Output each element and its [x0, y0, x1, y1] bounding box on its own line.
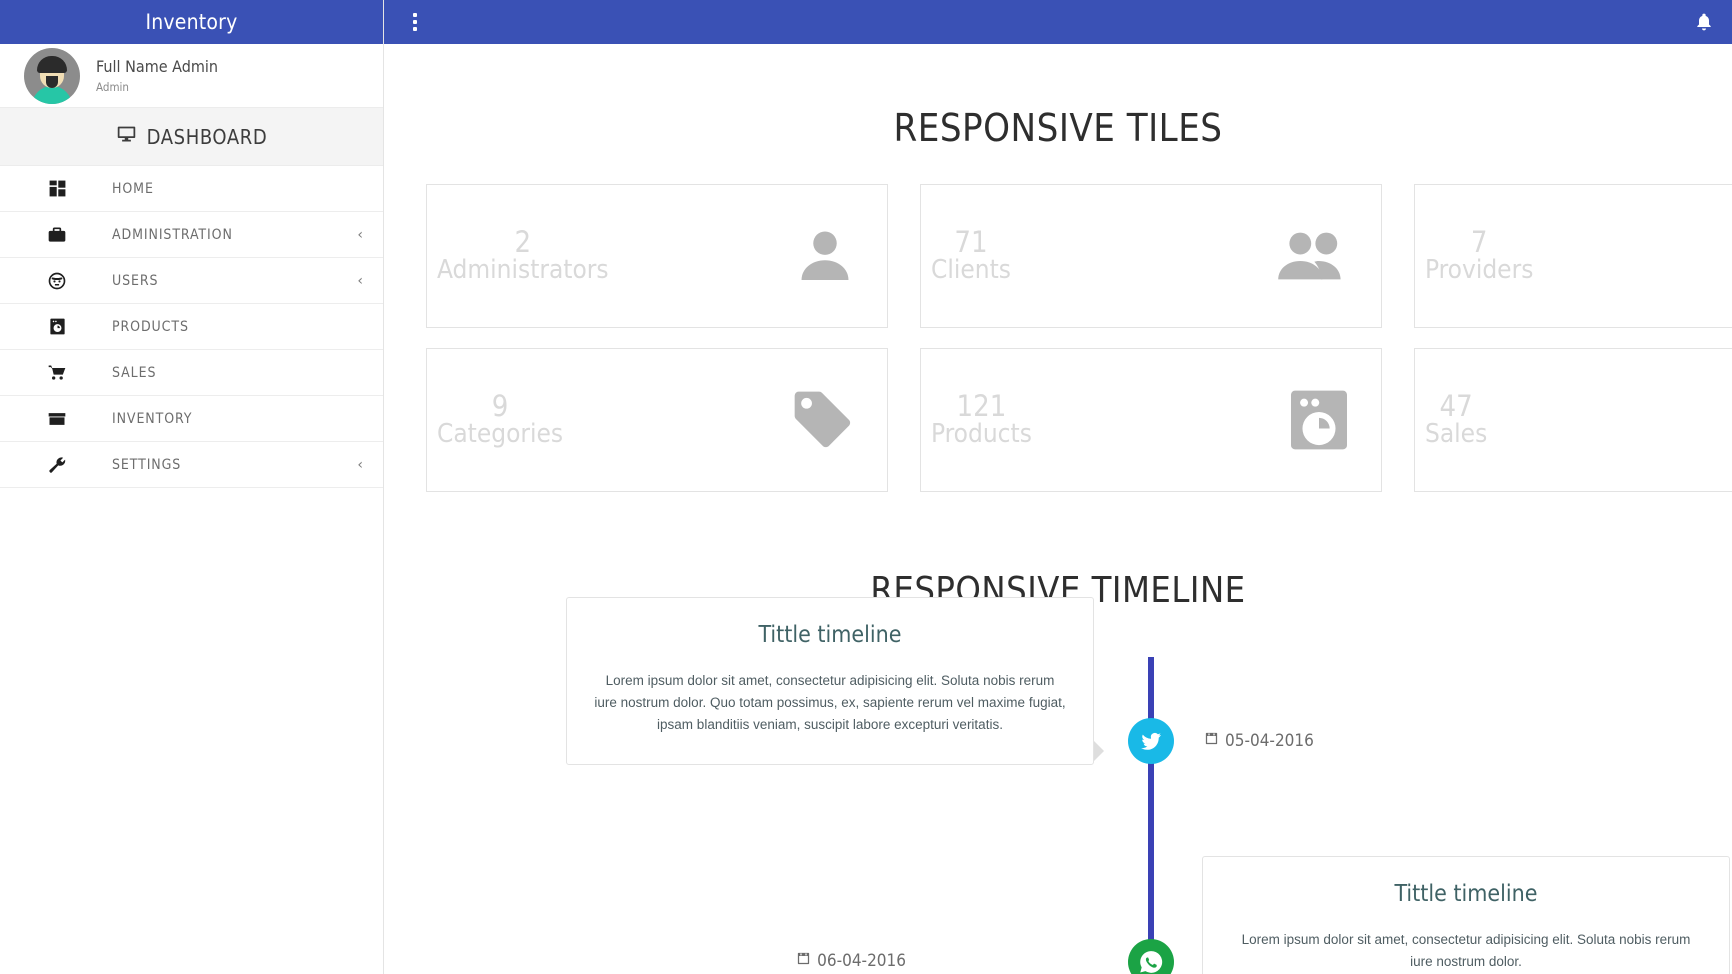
sidebar-item-settings[interactable]: SETTINGS ‹ — [0, 442, 383, 488]
product-box-icon — [1287, 385, 1351, 455]
product-box-icon — [44, 317, 70, 336]
tiles-row: 2 Administrators 71 Clients 7 Providers — [426, 184, 1732, 328]
timeline-date-text: 06-04-2016 — [817, 951, 906, 971]
tile-administrators[interactable]: 2 Administrators — [426, 184, 888, 328]
sidebar-item-label: SETTINGS — [112, 456, 182, 473]
sidebar-item-label: ADMINISTRATION — [112, 226, 233, 243]
main-area: RESPONSIVE TILES 2 Administrators 71 Cli… — [384, 0, 1732, 974]
notification-bell-icon[interactable] — [1694, 12, 1714, 32]
timeline-card-title: Tittle timeline — [1394, 880, 1538, 907]
tile-text: 9 Categories — [437, 391, 563, 449]
tile-count: 47 — [1439, 389, 1473, 424]
wrench-icon — [44, 455, 70, 475]
dashboard-label: DASHBOARD — [146, 124, 268, 149]
user-role: Admin — [96, 79, 129, 94]
person-icon — [793, 224, 857, 288]
store-icon — [44, 409, 70, 429]
sidebar-nav: HOME ADMINISTRATION ‹ USERS ‹ PRODUCTS S… — [0, 166, 383, 488]
content-scroll: RESPONSIVE TILES 2 Administrators 71 Cli… — [384, 44, 1732, 974]
dashboard-header: DASHBOARD — [0, 108, 383, 166]
tile-count: 9 — [491, 389, 509, 424]
sidebar-item-products[interactable]: PRODUCTS — [0, 304, 383, 350]
timeline-date-text: 05-04-2016 — [1225, 731, 1314, 751]
tile-categories[interactable]: 9 Categories — [426, 348, 888, 492]
timeline-card-body: Lorem ipsum dolor sit amet, consectetur … — [594, 672, 1066, 733]
brand-title: Inventory — [145, 10, 238, 34]
briefcase-icon — [44, 225, 70, 245]
tile-label: Providers — [1425, 255, 1534, 286]
sidebar-item-sales[interactable]: SALES — [0, 350, 383, 396]
twitter-icon[interactable] — [1128, 718, 1174, 764]
timeline-card[interactable]: Tittle timeline Lorem ipsum dolor sit am… — [566, 596, 1094, 766]
chevron-left-icon[interactable]: ‹ — [357, 228, 363, 242]
user-circle-icon — [44, 271, 70, 291]
tile-count: 71 — [954, 225, 988, 260]
timeline-spine — [1148, 657, 1154, 974]
tile-label: Categories — [437, 419, 564, 450]
timeline-card[interactable]: Tittle timeline Lorem ipsum dolor sit am… — [1202, 855, 1730, 974]
sidebar-item-users[interactable]: USERS ‹ — [0, 258, 383, 304]
calendar-icon — [796, 951, 811, 971]
chevron-left-icon[interactable]: ‹ — [357, 458, 363, 472]
chevron-left-icon[interactable]: ‹ — [357, 274, 363, 288]
user-meta: Full Name Admin Admin — [96, 57, 218, 94]
page-title-tiles: RESPONSIVE TILES — [893, 106, 1223, 150]
timeline-card-arrow — [1094, 741, 1104, 761]
tiles-grid: 2 Administrators 71 Clients 7 Providers … — [384, 184, 1732, 492]
tile-label: Clients — [931, 255, 1011, 286]
timeline-card-title: Tittle timeline — [758, 621, 902, 648]
timeline-date: 06-04-2016 — [796, 951, 906, 971]
people-group-icon — [1273, 224, 1351, 288]
tile-count: 121 — [956, 389, 1007, 424]
app-root: Inventory Full Name Admin Admin DASHBOAR… — [0, 0, 1732, 974]
calendar-icon — [1204, 731, 1219, 751]
tile-products[interactable]: 121 Products — [920, 348, 1382, 492]
tile-text: 47 Sales — [1425, 391, 1487, 449]
timeline-card-body: Lorem ipsum dolor sit amet, consectetur … — [1241, 931, 1691, 969]
sidebar-item-label: PRODUCTS — [112, 318, 189, 335]
tag-icon — [789, 386, 857, 454]
tile-providers[interactable]: 7 Providers — [1414, 184, 1732, 328]
topbar — [384, 0, 1732, 44]
monitor-icon — [116, 124, 137, 150]
tile-text: 121 Products — [931, 391, 1032, 449]
user-name: Full Name Admin — [96, 56, 218, 76]
tile-sales[interactable]: 47 Sales — [1414, 348, 1732, 492]
sidebar: Inventory Full Name Admin Admin DASHBOAR… — [0, 0, 384, 974]
sidebar-item-inventory[interactable]: INVENTORY — [0, 396, 383, 442]
tile-clients[interactable]: 71 Clients — [920, 184, 1382, 328]
sidebar-item-home[interactable]: HOME — [0, 166, 383, 212]
sidebar-brand: Inventory — [0, 0, 383, 44]
tile-count: 2 — [514, 225, 532, 260]
sidebar-item-label: INVENTORY — [112, 410, 193, 427]
sidebar-item-label: HOME — [112, 180, 154, 197]
sidebar-item-label: USERS — [112, 272, 159, 289]
tile-label: Administrators — [437, 255, 609, 286]
tile-label: Products — [931, 419, 1032, 450]
tiles-row: 9 Categories 121 Products 47 Sales — [426, 348, 1732, 492]
timeline: Tittle timeline Lorem ipsum dolor sit am… — [384, 596, 1732, 974]
tile-text: 71 Clients — [931, 227, 1011, 285]
sidebar-item-label: SALES — [112, 364, 157, 381]
whatsapp-icon[interactable] — [1128, 939, 1174, 974]
user-card[interactable]: Full Name Admin Admin — [0, 44, 383, 108]
kebab-menu-icon[interactable] — [406, 10, 424, 34]
tile-text: 2 Administrators — [437, 227, 609, 285]
timeline-date: 05-04-2016 — [1204, 731, 1314, 751]
tile-text: 7 Providers — [1425, 227, 1533, 285]
shopping-cart-icon — [44, 363, 70, 383]
sidebar-item-administration[interactable]: ADMINISTRATION ‹ — [0, 212, 383, 258]
dashboard-grid-icon — [44, 179, 70, 198]
tile-label: Sales — [1425, 419, 1488, 450]
tile-count: 7 — [1470, 225, 1488, 260]
avatar — [24, 47, 80, 104]
